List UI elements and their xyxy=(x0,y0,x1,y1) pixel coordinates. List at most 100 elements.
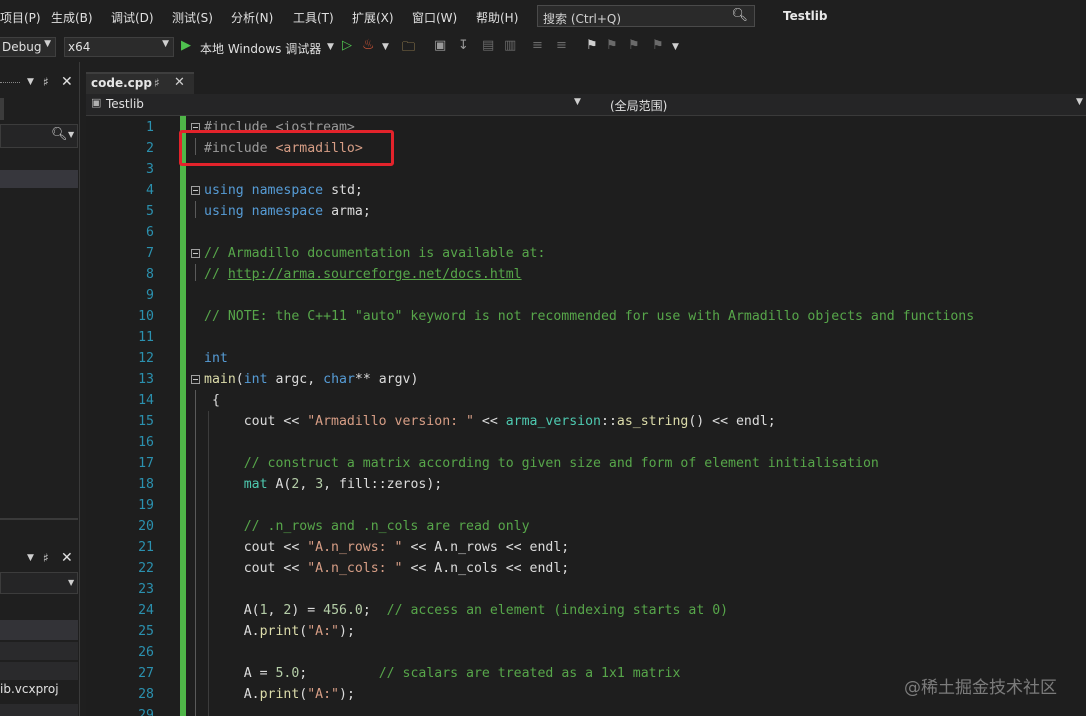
code-line[interactable]: using namespace arma; xyxy=(204,201,371,222)
hot-reload-icon[interactable]: ♨ xyxy=(362,37,375,53)
folder-icon[interactable]: 🗀︎ xyxy=(402,38,415,60)
code-line[interactable]: cout << "Armadillo version: " << arma_ve… xyxy=(204,411,776,432)
outline-guide xyxy=(195,264,196,281)
code-line[interactable]: // http://arma.sourceforge.net/docs.html xyxy=(204,264,522,285)
run-without-debug-icon[interactable]: ▷ xyxy=(342,38,352,53)
chevron-down-icon: ▼ xyxy=(162,39,169,49)
fold-toggle-icon[interactable] xyxy=(191,186,200,195)
property-row[interactable] xyxy=(0,704,78,716)
bookmark-next-icon[interactable]: ⚑ xyxy=(628,38,640,53)
run-debugger-button[interactable]: 本地 Windows 调试器 xyxy=(200,40,321,57)
pin-icon[interactable]: ♯ xyxy=(154,76,160,90)
menu-tools[interactable]: 工具(T) xyxy=(293,9,334,26)
line-number: 19 xyxy=(138,498,154,513)
menu-analyze[interactable]: 分析(N) xyxy=(231,9,273,26)
code-line[interactable]: // NOTE: the C++11 "auto" keyword is not… xyxy=(204,306,974,327)
chevron-down-icon[interactable]: ▼ xyxy=(382,42,389,52)
change-tracking-bar xyxy=(180,116,186,716)
bookmark-prev-icon[interactable]: ⚑ xyxy=(606,38,618,53)
pin-icon[interactable]: ♯ xyxy=(43,75,49,89)
code-line[interactable]: A = 5.0; // scalars are treated as a 1x1… xyxy=(204,663,681,684)
panel-divider xyxy=(0,518,78,520)
code-editor[interactable]: 1 #include <iostream> 2 #include <armadillo… xyxy=(86,116,1086,716)
chevron-down-icon[interactable]: ▼ xyxy=(27,553,34,563)
line-number: 5 xyxy=(146,204,154,219)
chevron-down-icon[interactable]: ▼ xyxy=(27,77,34,87)
line-number: 13 xyxy=(138,372,154,387)
search-icon: 🔍︎ xyxy=(731,8,748,23)
menu-window[interactable]: 窗口(W) xyxy=(412,9,457,26)
close-icon[interactable]: ✕ xyxy=(174,75,185,90)
fold-toggle-icon[interactable] xyxy=(191,249,200,258)
chevron-down-icon[interactable]: ▼ xyxy=(574,97,581,107)
menu-build[interactable]: 生成(B) xyxy=(51,9,93,26)
line-number: 26 xyxy=(138,645,154,660)
property-row[interactable] xyxy=(0,642,78,660)
indent-guide xyxy=(208,411,209,716)
menu-extensions[interactable]: 扩展(X) xyxy=(352,9,394,26)
project-dropdown[interactable]: Testlib xyxy=(106,97,144,111)
code-line[interactable]: main(int argc, char** argv) xyxy=(204,369,418,390)
code-line[interactable]: cout << "A.n_rows: " << A.n_rows << endl… xyxy=(204,537,570,558)
code-line[interactable]: cout << "A.n_cols: " << A.n_cols << endl… xyxy=(204,558,570,579)
menu-debug[interactable]: 调试(D) xyxy=(111,9,154,26)
solution-explorer-panel: ▼ ♯ ✕ 🔍︎ ▼ ▼ ♯ ✕ ▼ ib.vcxproj xyxy=(0,62,86,716)
properties-dropdown[interactable]: ▼ xyxy=(0,572,78,594)
platform-dropdown[interactable]: x64 ▼ xyxy=(64,37,174,57)
chevron-down-icon[interactable]: ▼ xyxy=(1076,97,1083,107)
property-row[interactable] xyxy=(0,620,78,640)
play-icon[interactable]: ▶ xyxy=(181,38,191,53)
code-line[interactable]: A.print("A:"); xyxy=(204,621,355,642)
window-icon[interactable]: ▣ xyxy=(434,38,446,53)
bookmark-clear-icon[interactable]: ⚑ xyxy=(652,38,664,53)
line-number: 12 xyxy=(138,351,154,366)
code-line[interactable]: { xyxy=(204,390,220,411)
line-number: 20 xyxy=(138,519,154,534)
code-line[interactable]: // .n_rows and .n_cols are read only xyxy=(204,516,530,537)
chevron-down-icon[interactable]: ▼ xyxy=(327,42,334,52)
code-line[interactable]: // Armadillo documentation is available … xyxy=(204,243,545,264)
code-line[interactable]: // construct a matrix according to given… xyxy=(204,453,879,474)
close-icon[interactable]: ✕ xyxy=(61,74,73,90)
format-icon[interactable]: ▥ xyxy=(504,38,516,53)
panel-splitter xyxy=(79,62,80,716)
chevron-down-icon[interactable]: ▼ xyxy=(672,42,679,52)
app-title: Testlib xyxy=(783,9,828,23)
comment-icon[interactable]: ≡ xyxy=(532,38,543,53)
scope-dropdown[interactable]: (全局范围) xyxy=(610,97,667,114)
close-icon[interactable]: ✕ xyxy=(61,550,73,566)
line-number: 8 xyxy=(146,267,154,282)
menu-help[interactable]: 帮助(H) xyxy=(476,9,518,26)
code-line[interactable]: int xyxy=(204,348,228,369)
align-icon[interactable]: ▤ xyxy=(482,38,494,53)
code-line[interactable]: using namespace std; xyxy=(204,180,363,201)
config-dropdown[interactable]: Debug ▼ xyxy=(0,37,56,57)
solution-search-input[interactable]: 🔍︎ ▼ xyxy=(0,124,78,148)
menu-test[interactable]: 测试(S) xyxy=(172,9,213,26)
line-number: 17 xyxy=(138,456,154,471)
line-number: 7 xyxy=(146,246,154,261)
uncomment-icon[interactable]: ≡ xyxy=(556,38,567,53)
code-line[interactable]: A(1, 2) = 456.0; // access an element (i… xyxy=(204,600,728,621)
line-number: 6 xyxy=(146,225,154,240)
code-line[interactable]: A.print("A:"); xyxy=(204,684,355,705)
property-row[interactable] xyxy=(0,662,78,680)
outline-guide xyxy=(195,201,196,218)
line-number: 4 xyxy=(146,183,154,198)
config-label: Debug xyxy=(2,40,42,54)
navigation-bar: ▣ Testlib ▼ (全局范围) ▼ xyxy=(86,94,1086,116)
tab-code-cpp[interactable]: code.cpp ♯ ✕ xyxy=(86,72,194,94)
line-number: 11 xyxy=(138,330,154,345)
fold-toggle-icon[interactable] xyxy=(191,375,200,384)
tree-item-selected[interactable] xyxy=(0,170,78,188)
code-line[interactable]: mat A(2, 3, fill::zeros); xyxy=(204,474,443,495)
line-number: 16 xyxy=(138,435,154,450)
step-icon[interactable]: ↧ xyxy=(458,38,469,53)
pin-icon[interactable]: ♯ xyxy=(43,551,49,565)
line-number: 1 xyxy=(146,120,154,135)
chevron-down-icon: ▼ xyxy=(44,39,51,49)
menu-project[interactable]: 项目(P) xyxy=(0,9,41,26)
bookmark-icon[interactable]: ⚑ xyxy=(586,38,598,53)
search-input[interactable]: 搜索 (Ctrl+Q) 🔍︎ xyxy=(537,5,755,27)
project-icon: ▣ xyxy=(91,96,102,109)
